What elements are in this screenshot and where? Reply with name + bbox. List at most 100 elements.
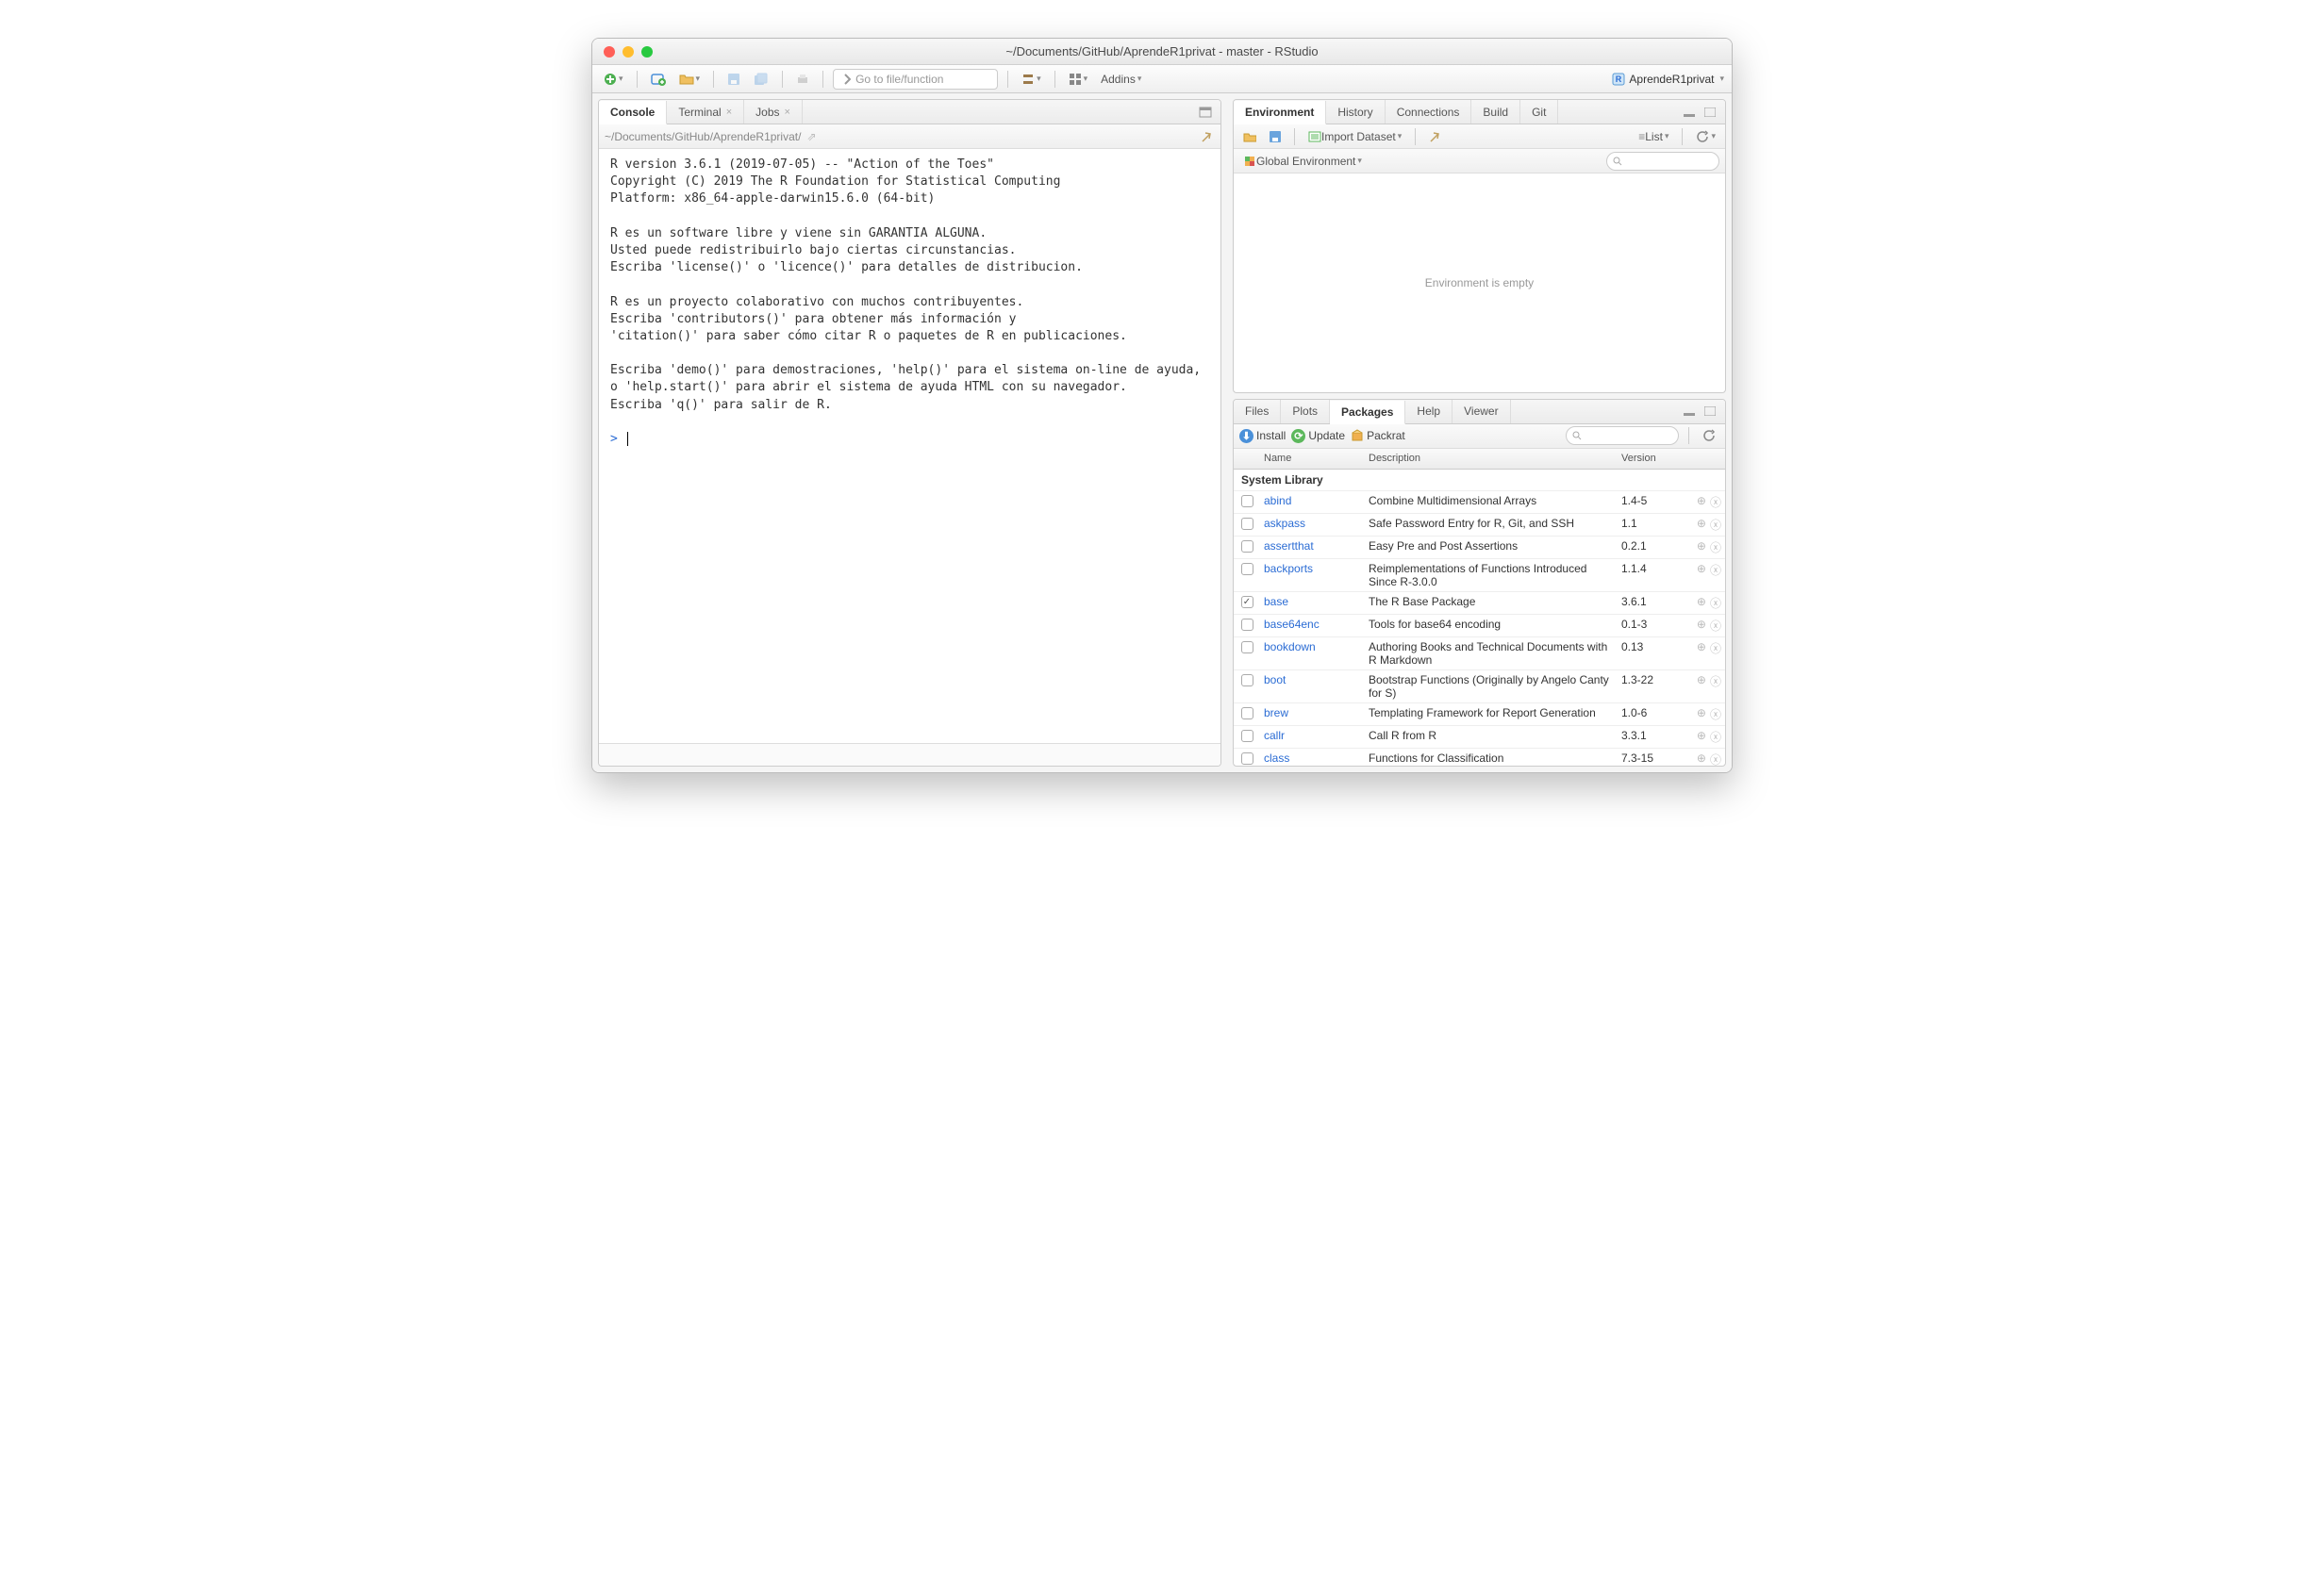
web-icon[interactable]: ⊕ bbox=[1697, 494, 1706, 510]
clear-console-icon[interactable] bbox=[1200, 129, 1215, 144]
web-icon[interactable]: ⊕ bbox=[1697, 751, 1706, 766]
refresh-pkg-button[interactable] bbox=[1699, 427, 1719, 444]
minimize-pane-icon[interactable] bbox=[1682, 105, 1697, 120]
packrat-button[interactable]: Packrat bbox=[1351, 429, 1405, 442]
refresh-env-button[interactable]: ▾ bbox=[1692, 128, 1719, 145]
web-icon[interactable]: ⊕ bbox=[1697, 539, 1706, 555]
package-checkbox[interactable] bbox=[1241, 730, 1253, 742]
web-icon[interactable]: ⊕ bbox=[1697, 562, 1706, 578]
new-project-button[interactable] bbox=[647, 71, 670, 88]
package-name-link[interactable]: backports bbox=[1264, 562, 1313, 575]
package-name-link[interactable]: brew bbox=[1264, 706, 1288, 719]
new-file-button[interactable]: ▾ bbox=[600, 71, 627, 88]
package-name-link[interactable]: callr bbox=[1264, 729, 1285, 742]
minimize-pane-icon[interactable] bbox=[1682, 404, 1697, 419]
tab-plots[interactable]: Plots bbox=[1281, 400, 1330, 423]
tab-packages[interactable]: Packages bbox=[1330, 401, 1405, 424]
col-version[interactable]: Version bbox=[1621, 453, 1691, 464]
maximize-pane-icon[interactable] bbox=[1702, 404, 1718, 419]
load-workspace-button[interactable] bbox=[1239, 129, 1260, 144]
remove-icon[interactable]: ⓧ bbox=[1710, 751, 1721, 766]
col-desc[interactable]: Description bbox=[1369, 453, 1621, 464]
remove-icon[interactable]: ⓧ bbox=[1710, 706, 1721, 722]
remove-icon[interactable]: ⓧ bbox=[1710, 673, 1721, 689]
tab-git[interactable]: Git bbox=[1520, 100, 1558, 124]
package-checkbox[interactable] bbox=[1241, 641, 1253, 653]
open-file-button[interactable]: ▾ bbox=[675, 71, 705, 88]
clear-env-button[interactable] bbox=[1425, 128, 1446, 145]
global-env-menu[interactable]: Global Environment▾ bbox=[1239, 153, 1366, 170]
maximize-pane-icon[interactable] bbox=[1198, 105, 1213, 120]
remove-icon[interactable]: ⓧ bbox=[1710, 517, 1721, 533]
package-checkbox[interactable] bbox=[1241, 619, 1253, 631]
package-name-link[interactable]: assertthat bbox=[1264, 539, 1314, 553]
web-icon[interactable]: ⊕ bbox=[1697, 729, 1706, 745]
tab-jobs[interactable]: Jobs× bbox=[744, 100, 803, 124]
save-all-button[interactable] bbox=[750, 71, 772, 88]
tools-button[interactable]: ▾ bbox=[1018, 71, 1045, 88]
remove-icon[interactable]: ⓧ bbox=[1710, 539, 1721, 555]
tab-help[interactable]: Help bbox=[1405, 400, 1452, 423]
web-icon[interactable]: ⊕ bbox=[1697, 640, 1706, 656]
package-checkbox[interactable] bbox=[1241, 707, 1253, 719]
package-checkbox[interactable] bbox=[1241, 518, 1253, 530]
package-name-link[interactable]: base bbox=[1264, 595, 1288, 608]
package-checkbox[interactable] bbox=[1241, 495, 1253, 507]
maximize-pane-icon[interactable] bbox=[1702, 105, 1718, 120]
import-dataset-menu[interactable]: Import Dataset▾ bbox=[1304, 128, 1405, 145]
remove-icon[interactable]: ⓧ bbox=[1710, 729, 1721, 745]
web-icon[interactable]: ⊕ bbox=[1697, 673, 1706, 689]
grid-button[interactable]: ▾ bbox=[1065, 71, 1092, 88]
package-checkbox[interactable] bbox=[1241, 563, 1253, 575]
package-name-link[interactable]: abind bbox=[1264, 494, 1291, 507]
tab-viewer[interactable]: Viewer bbox=[1452, 400, 1510, 423]
close-icon[interactable]: × bbox=[726, 107, 732, 118]
package-checkbox[interactable] bbox=[1241, 674, 1253, 686]
console-output[interactable]: R version 3.6.1 (2019-07-05) -- "Action … bbox=[599, 149, 1220, 743]
goto-file-input[interactable]: Go to file/function bbox=[833, 69, 998, 90]
arrow-icon[interactable]: ⇗ bbox=[806, 130, 816, 143]
remove-icon[interactable]: ⓧ bbox=[1710, 595, 1721, 611]
remove-icon[interactable]: ⓧ bbox=[1710, 562, 1721, 578]
package-name-link[interactable]: base64enc bbox=[1264, 618, 1320, 631]
remove-icon[interactable]: ⓧ bbox=[1710, 494, 1721, 510]
tab-terminal[interactable]: Terminal× bbox=[667, 100, 744, 124]
package-name-link[interactable]: askpass bbox=[1264, 517, 1305, 530]
web-icon[interactable]: ⊕ bbox=[1697, 618, 1706, 634]
package-checkbox[interactable] bbox=[1241, 540, 1253, 553]
package-version: 7.3-15 bbox=[1621, 751, 1691, 765]
env-scope-bar: Global Environment▾ bbox=[1234, 149, 1725, 173]
goto-placeholder: Go to file/function bbox=[855, 73, 943, 86]
tab-connections[interactable]: Connections bbox=[1386, 100, 1472, 124]
save-button[interactable] bbox=[723, 71, 744, 88]
package-name-link[interactable]: class bbox=[1264, 751, 1289, 765]
pkg-search-input[interactable] bbox=[1566, 426, 1679, 445]
save-workspace-button[interactable] bbox=[1266, 129, 1285, 144]
tab-build[interactable]: Build bbox=[1471, 100, 1520, 124]
working-dir[interactable]: ~/Documents/GitHub/AprendeR1privat/ bbox=[605, 130, 801, 143]
package-list[interactable]: System Library abindCombine Multidimensi… bbox=[1234, 470, 1725, 766]
tab-console[interactable]: Console bbox=[599, 101, 667, 124]
package-checkbox[interactable]: ✓ bbox=[1241, 596, 1253, 608]
tab-files[interactable]: Files bbox=[1234, 400, 1281, 423]
tab-environment[interactable]: Environment bbox=[1234, 101, 1326, 124]
remove-icon[interactable]: ⓧ bbox=[1710, 618, 1721, 634]
web-icon[interactable]: ⊕ bbox=[1697, 706, 1706, 722]
print-button[interactable] bbox=[792, 71, 813, 88]
remove-icon[interactable]: ⓧ bbox=[1710, 640, 1721, 656]
col-name[interactable]: Name bbox=[1260, 453, 1369, 464]
web-icon[interactable]: ⊕ bbox=[1697, 517, 1706, 533]
project-menu[interactable]: R AprendeR1privat ▾ bbox=[1612, 73, 1724, 86]
package-name-link[interactable]: bookdown bbox=[1264, 640, 1316, 653]
close-icon[interactable]: × bbox=[785, 107, 790, 118]
update-button[interactable]: ⟳Update bbox=[1291, 429, 1345, 443]
list-view-menu[interactable]: ≡ List▾ bbox=[1635, 128, 1672, 145]
web-icon[interactable]: ⊕ bbox=[1697, 595, 1706, 611]
package-name-link[interactable]: boot bbox=[1264, 673, 1286, 686]
tab-history[interactable]: History bbox=[1326, 100, 1385, 124]
package-desc: Combine Multidimensional Arrays bbox=[1369, 494, 1621, 507]
install-button[interactable]: ⬇Install bbox=[1239, 429, 1286, 443]
env-search-input[interactable] bbox=[1606, 152, 1719, 171]
addins-menu[interactable]: Addins ▾ bbox=[1097, 71, 1145, 88]
package-checkbox[interactable] bbox=[1241, 752, 1253, 765]
